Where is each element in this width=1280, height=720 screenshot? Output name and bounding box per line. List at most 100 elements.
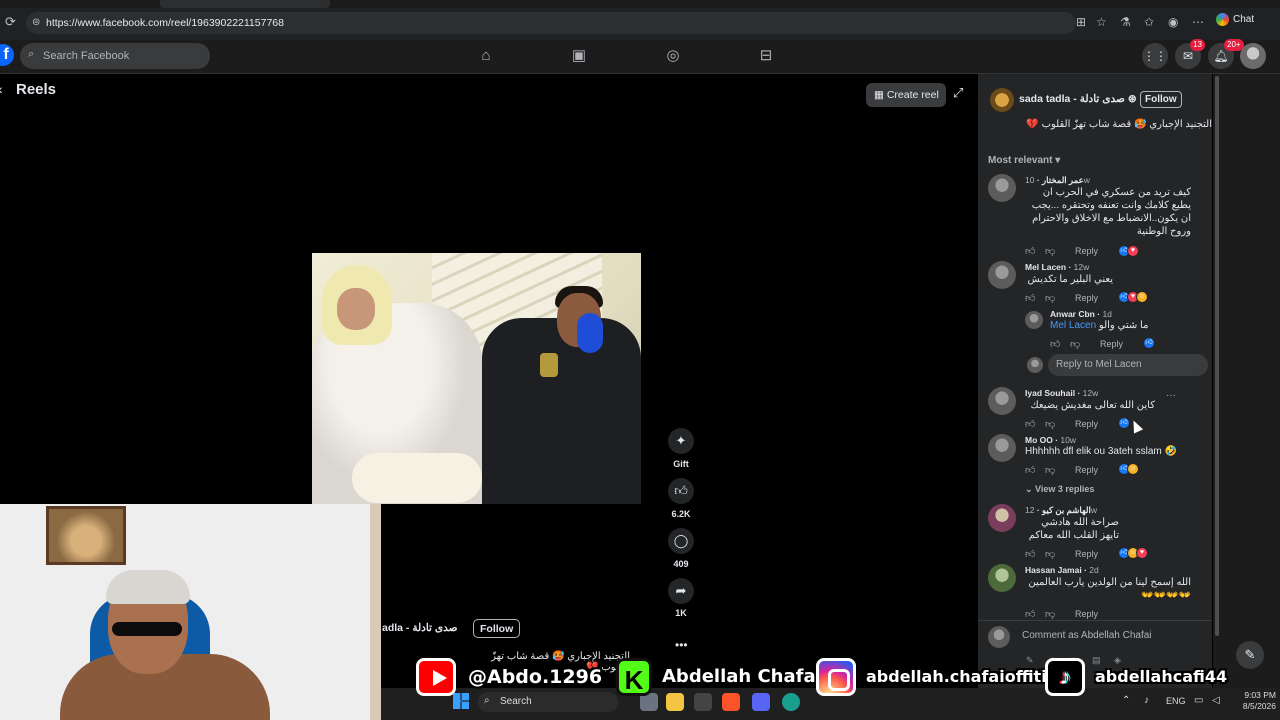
reels-title: Reels <box>16 81 57 98</box>
panel-follow-button[interactable]: Follow <box>1140 91 1182 108</box>
tray-chevron-icon[interactable]: ⌃ <box>1122 695 1130 706</box>
reply-input[interactable]: Reply to Mel Lacen <box>1048 354 1208 376</box>
comment-author[interactable]: Hassan Jamai · 2d <box>1025 565 1099 575</box>
profile-icon[interactable]: ◉ <box>1168 15 1178 29</box>
video-jacket-emblem <box>540 353 558 377</box>
comment-input[interactable]: Comment as Abdellah Chafai <box>1014 624 1210 648</box>
video-pillow <box>352 453 482 503</box>
thumb-up-icon[interactable]: 👍︎ <box>1025 292 1045 304</box>
webcam-wall <box>370 504 381 720</box>
address-bar[interactable]: ⊜ https://www.facebook.com/reel/19639022… <box>26 12 1076 34</box>
comment-avatar[interactable] <box>988 174 1016 202</box>
language-indicator[interactable]: ENG <box>1166 696 1186 706</box>
account-avatar[interactable] <box>1240 43 1266 69</box>
reply-author[interactable]: Anwar Cbn · 1d <box>1050 309 1112 319</box>
menu-grid-icon[interactable]: ⋮⋮ <box>1142 43 1168 69</box>
comment-icon[interactable]: ◯ <box>668 528 694 554</box>
copilot-icon <box>1216 13 1229 26</box>
extension-icon[interactable]: ⚗ <box>1120 15 1131 29</box>
share-icon[interactable]: ➦ <box>668 578 694 604</box>
panel-owner-name[interactable]: sada tadla - صدى تادلة ⊛ <box>1019 93 1137 105</box>
thumb-up-icon[interactable]: 👍︎ <box>1050 338 1070 350</box>
comment-more-icon[interactable]: ··· <box>1166 390 1176 401</box>
reply-link[interactable]: Reply <box>1075 465 1098 475</box>
thumb-up-icon[interactable]: 👍︎ <box>1025 245 1045 257</box>
comment-author[interactable]: الهاشم بن كيو · 12w <box>1025 505 1097 516</box>
site-info-icon[interactable]: ⊜ <box>32 17 40 28</box>
panel-scrollbar-thumb[interactable] <box>1215 76 1219 636</box>
apps-icon[interactable]: ⊞ <box>1076 15 1086 29</box>
share-count: 1K <box>675 608 687 618</box>
thumb-up-icon[interactable]: 👍︎ <box>1025 608 1045 620</box>
reply-link[interactable]: Reply <box>1100 339 1123 349</box>
mention-link[interactable]: Mel Lacen <box>1050 320 1096 331</box>
thumb-up-icon[interactable]: 👍︎ <box>1025 464 1045 476</box>
sort-label: Most relevant <box>988 155 1053 166</box>
comment-avatar[interactable] <box>988 504 1016 532</box>
reply-link[interactable]: Reply <box>1075 246 1098 256</box>
back-arrow-icon[interactable]: ‹ <box>0 81 3 97</box>
reply-link[interactable]: Reply <box>1075 293 1098 303</box>
more-options-icon[interactable]: ••• <box>675 638 688 652</box>
thumb-down-icon[interactable]: 👎︎ <box>1045 292 1065 304</box>
bookmark-star-icon[interactable]: ☆ <box>1096 15 1107 29</box>
comment-text: Hhhhhh dfl elik ou 3ateh sslam 🤣 <box>1025 446 1177 457</box>
like-icon[interactable]: 👍︎ <box>668 478 694 504</box>
marketplace-icon[interactable]: ▣ <box>568 45 590 67</box>
clock-date: 8/5/2026 <box>1242 701 1276 711</box>
reply-link[interactable]: Reply <box>1075 609 1098 619</box>
reel-owner-name[interactable]: adla - صدى تادلة <box>382 622 458 634</box>
favorites-icon[interactable]: ✩ <box>1144 15 1154 29</box>
sort-comments-dropdown[interactable]: Most relevant ▾ <box>988 155 1060 166</box>
search-facebook-input[interactable]: ⌕ Search Facebook <box>20 43 210 69</box>
thumb-down-icon[interactable]: 👎︎ <box>1045 245 1065 257</box>
reel-video[interactable] <box>312 253 641 504</box>
comment-avatar[interactable] <box>988 434 1016 462</box>
volume-icon[interactable]: ◁ <box>1212 695 1220 706</box>
create-reel-button[interactable]: ▦ Create reel <box>866 83 946 107</box>
create-reel-label: Create reel <box>886 89 939 101</box>
thumb-down-icon[interactable]: 👎︎ <box>1045 418 1065 430</box>
comment-avatar[interactable] <box>988 387 1016 415</box>
thumb-down-icon[interactable]: 👎︎ <box>1045 608 1065 620</box>
comment-avatar[interactable] <box>988 261 1016 289</box>
comment-author[interactable]: عمر المختار · 10w <box>1025 175 1090 186</box>
comment-author[interactable]: Mo OO · 10w <box>1025 435 1076 445</box>
comment-avatar[interactable] <box>988 564 1016 592</box>
comment-count: 409 <box>673 559 689 569</box>
thumb-down-icon[interactable]: 👎︎ <box>1045 548 1065 560</box>
home-icon[interactable]: ⌂ <box>475 45 497 67</box>
network-icon[interactable]: ▭ <box>1194 695 1203 706</box>
gaming-icon[interactable]: ⊟ <box>755 45 777 67</box>
thumb-down-icon[interactable]: 👎︎ <box>1070 338 1090 350</box>
reel-follow-button[interactable]: Follow <box>473 619 521 638</box>
comment-author[interactable]: Iyad Souhail · 12w <box>1025 388 1098 398</box>
copilot-chat-button[interactable]: Chat <box>1216 13 1254 26</box>
comment-actions: 👍︎ 👎︎ Reply <box>1025 418 1098 430</box>
like-reaction-icon: 👍︎ <box>1143 337 1155 349</box>
taskbar-clock[interactable]: 9:03 PM 8/5/2026 <box>1230 690 1276 712</box>
fullscreen-expand-icon[interactable]: ⤢ <box>953 85 963 101</box>
tray-mic-icon[interactable]: ♪ <box>1144 695 1149 706</box>
groups-icon[interactable]: ◎ <box>662 45 684 67</box>
gift-icon[interactable]: ✦ <box>668 428 694 454</box>
video-man <box>482 318 641 504</box>
thumb-down-icon[interactable]: 👎︎ <box>1045 464 1065 476</box>
view-replies-link[interactable]: ⌄ View 3 replies <box>1025 484 1094 495</box>
reply-avatar[interactable] <box>1025 311 1043 329</box>
new-message-icon[interactable]: ✎ <box>1236 641 1264 669</box>
verified-icon: ⊛ <box>1127 93 1137 105</box>
video-woman-face <box>337 288 375 330</box>
thumb-up-icon[interactable]: 👍︎ <box>1025 418 1045 430</box>
webcam-overlay <box>0 504 381 720</box>
active-tab[interactable] <box>160 0 330 8</box>
reply-text: Mel Lacen ما شتي والو <box>1050 320 1148 331</box>
chat-label: Chat <box>1233 14 1255 26</box>
more-menu-icon[interactable]: ⋯ <box>1192 15 1204 29</box>
page-avatar[interactable] <box>990 88 1014 112</box>
reply-link[interactable]: Reply <box>1075 419 1098 429</box>
thumb-up-icon[interactable]: 👍︎ <box>1025 548 1045 560</box>
reply-link[interactable]: Reply <box>1075 549 1098 559</box>
reload-icon[interactable]: ⟳ <box>5 14 16 30</box>
comment-author[interactable]: Mel Lacen · 12w <box>1025 262 1089 272</box>
